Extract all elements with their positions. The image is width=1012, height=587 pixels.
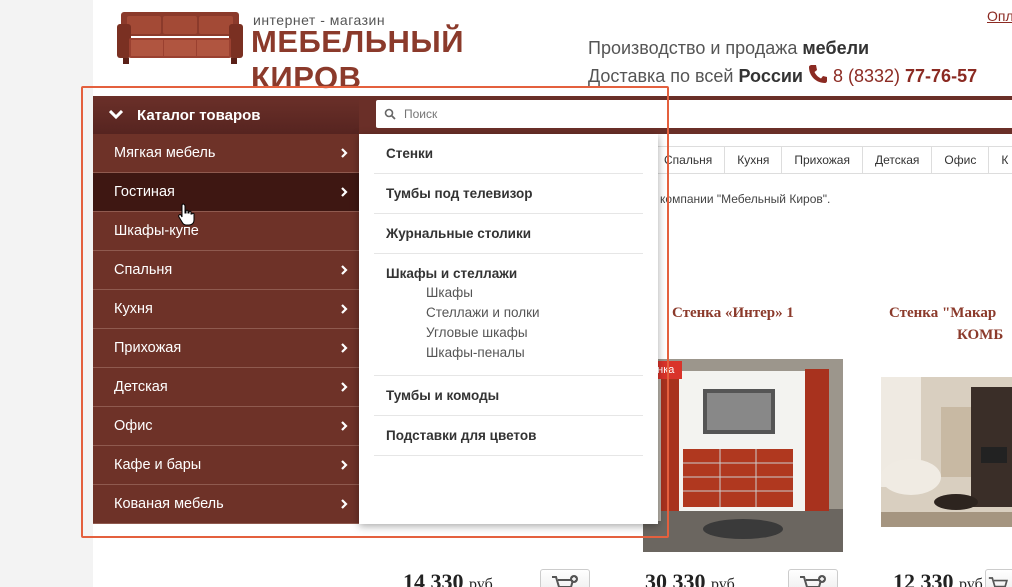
search-bar xyxy=(376,100,1012,128)
submenu-category[interactable]: Журнальные столики xyxy=(374,214,643,254)
hand-cursor-icon xyxy=(178,203,195,226)
header-info: Производство и продажа мебели Доставка п… xyxy=(588,34,977,90)
catalog-item-label: Кафе и бары xyxy=(114,457,202,473)
cart-icon xyxy=(800,575,826,587)
catalog-item[interactable]: Кухня xyxy=(93,290,359,329)
submenu-subcategory[interactable]: Стеллажи и полки xyxy=(386,303,631,323)
category-tabs: Спальня Кухня Прихожая Детская Офис К xyxy=(652,146,1012,174)
product-price-1: 30 330 руб xyxy=(645,569,735,587)
catalog-item-label: Кованая мебель xyxy=(114,496,224,512)
product-title-2[interactable]: Стенка "Макар xyxy=(889,305,996,322)
submenu-subcategory[interactable]: Угловые шкафы xyxy=(386,323,631,343)
chevron-right-icon xyxy=(341,148,348,158)
intro-text: е компании "Мебельный Киров". xyxy=(650,192,831,206)
sofa-logo-icon xyxy=(117,12,243,64)
catalog-item-label: Прихожая xyxy=(114,340,182,356)
chevron-down-icon xyxy=(109,110,123,120)
chevron-right-icon xyxy=(341,187,348,197)
catalog-toggle[interactable]: Каталог товаров xyxy=(93,96,359,134)
submenu-category-label: Шкафы и стеллажи xyxy=(386,266,518,281)
catalog-item-label: Кухня xyxy=(114,301,153,317)
left-background-strip xyxy=(0,0,93,587)
wall-unit-image xyxy=(643,359,843,552)
add-to-cart-button-0[interactable] xyxy=(540,569,590,587)
catalog-item[interactable]: Спальня xyxy=(93,251,359,290)
catalog-item[interactable]: Офис xyxy=(93,407,359,446)
search-icon xyxy=(384,108,396,120)
chevron-right-icon xyxy=(341,382,348,392)
catalog-item[interactable]: Кованая мебель xyxy=(93,485,359,524)
product-price-hidden: 14 330 руб xyxy=(403,569,493,587)
submenu-category-label: Стенки xyxy=(386,146,434,161)
catalog-item[interactable]: Прихожая xyxy=(93,329,359,368)
phone-icon xyxy=(808,65,827,83)
product-price-2: 12 330 руб xyxy=(893,569,983,587)
search-input[interactable] xyxy=(404,107,904,121)
submenu-subcategory[interactable]: Шкафы xyxy=(386,283,631,303)
submenu-category[interactable]: Стенки xyxy=(374,134,643,174)
catalog-item-label: Офис xyxy=(114,418,153,434)
catalog-item[interactable]: Мягкая мебель xyxy=(93,134,359,173)
submenu-category-label: Тумбы и комоды xyxy=(386,388,500,403)
cart-icon xyxy=(988,577,1008,587)
catalog-item-label: Мягкая мебель xyxy=(114,145,216,161)
product-title-1[interactable]: Стенка «Интер» 1 xyxy=(672,305,794,322)
living-room-image xyxy=(881,377,1012,527)
add-to-cart-button-1[interactable] xyxy=(788,569,838,587)
header-line-delivery: Доставка по всей России 8 (8332) 77-76-5… xyxy=(588,65,978,86)
submenu-category[interactable]: Тумбы и комоды xyxy=(374,376,643,416)
chevron-right-icon xyxy=(341,304,348,314)
chevron-right-icon xyxy=(341,265,348,275)
chevron-right-icon xyxy=(341,460,348,470)
chevron-right-icon xyxy=(341,421,348,431)
catalog-item-label: Гостиная xyxy=(114,184,175,200)
category-tab[interactable]: Детская xyxy=(862,146,933,174)
submenu-category[interactable]: Тумбы под телевизор xyxy=(374,174,643,214)
phone-number[interactable]: 77-76-57 xyxy=(905,66,977,86)
product-image-1[interactable]: инка xyxy=(643,359,843,552)
add-to-cart-button-2[interactable] xyxy=(985,569,1012,587)
product-title-2-line2[interactable]: КОМБ xyxy=(957,327,1003,344)
submenu-category-label: Тумбы под телевизор xyxy=(386,186,533,201)
submenu-subcategory[interactable]: Шкафы-пеналы xyxy=(386,343,631,363)
top-right-link[interactable]: Опл xyxy=(987,8,1012,24)
catalog-item[interactable]: Детская xyxy=(93,368,359,407)
site-logo[interactable]: интернет - магазин МЕБЕЛЬНЫЙ КИРОВ xyxy=(117,8,537,95)
catalog-item[interactable]: Кафе и бары xyxy=(93,446,359,485)
category-tab[interactable]: К xyxy=(989,146,1012,174)
cart-icon xyxy=(552,575,578,587)
product-image-2[interactable] xyxy=(881,377,1012,527)
submenu-dropdown: Стенки Тумбы под телевизор Журнальные стол… xyxy=(359,134,658,524)
category-tab[interactable]: Прихожая xyxy=(782,146,863,174)
submenu-category[interactable]: Шкафы и стеллажи Шкафы Стеллажи и полки Угл… xyxy=(374,254,643,376)
submenu-category-label: Журнальные столики xyxy=(386,226,532,241)
submenu-category[interactable]: Подставки для цветов xyxy=(374,416,643,456)
catalog-item-label: Детская xyxy=(114,379,168,395)
chevron-right-icon xyxy=(341,499,348,509)
header-line-production: Производство и продажа мебели xyxy=(588,38,870,58)
submenu-category-label: Подставки для цветов xyxy=(386,428,537,443)
catalog-item-label: Спальня xyxy=(114,262,173,278)
phone-prefix: 8 (8332) xyxy=(827,66,906,86)
category-tab[interactable]: Офис xyxy=(932,146,990,174)
logo-title: МЕБЕЛЬНЫЙ КИРОВ xyxy=(251,24,465,95)
catalog-title: Каталог товаров xyxy=(137,106,261,124)
catalog-menu: Мягкая мебель Гостиная Шкафы-купе Спальня Ку… xyxy=(93,134,359,524)
category-tab[interactable]: Кухня xyxy=(725,146,783,174)
catalog-item[interactable]: Шкафы-купе xyxy=(93,212,359,251)
catalog-item[interactable]: Гостиная xyxy=(93,173,359,212)
category-tab[interactable]: Спальня xyxy=(652,146,726,174)
chevron-right-icon xyxy=(341,343,348,353)
